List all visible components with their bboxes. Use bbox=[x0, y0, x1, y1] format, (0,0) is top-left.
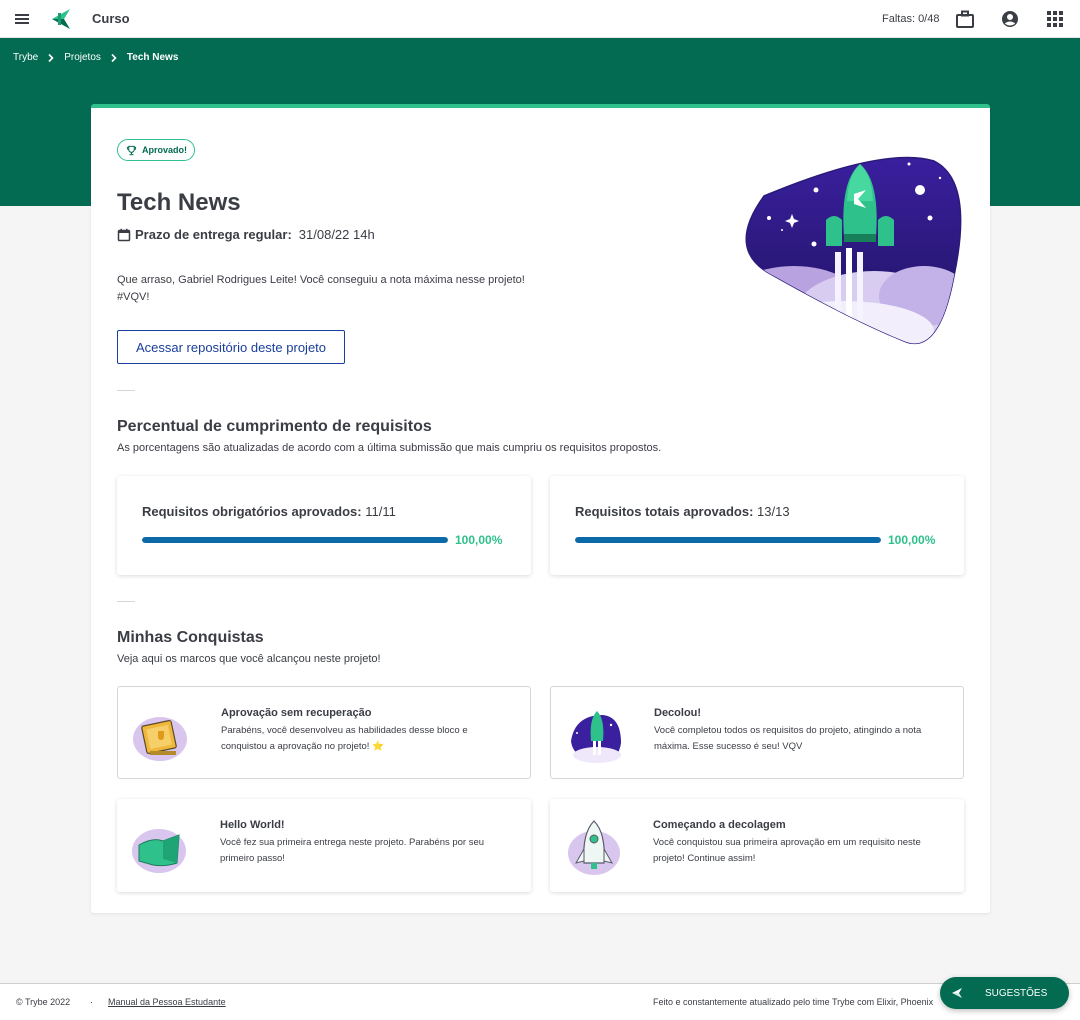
progress-bar bbox=[575, 537, 881, 543]
congrats-message: Que arraso, Gabriel Rodrigues Leite! Voc… bbox=[117, 272, 557, 306]
chevron-right-icon bbox=[111, 53, 117, 62]
achievement-card: Hello World! Você fez sua primeira entre… bbox=[117, 799, 531, 892]
trophy-icon bbox=[126, 145, 137, 155]
suggestions-label: SUGESTÕES bbox=[985, 987, 1048, 999]
deadline-value: 31/08/22 14h bbox=[298, 227, 375, 242]
repository-button[interactable]: Acessar repositório deste projeto bbox=[117, 330, 345, 364]
trybe-logo-icon[interactable] bbox=[50, 7, 72, 31]
progress-percent: 100,00% bbox=[888, 533, 936, 547]
copyright: © Trybe 2022 bbox=[16, 997, 71, 1007]
divider bbox=[117, 601, 135, 602]
absences-counter: Faltas: 0/48 bbox=[882, 13, 940, 25]
achievement-title: Decolou! bbox=[654, 707, 702, 719]
req-label-text: Requisitos totais aprovados: bbox=[575, 504, 754, 519]
page-title: Tech News bbox=[117, 189, 241, 216]
achievement-card: Começando a decolagem Você conquistou su… bbox=[550, 799, 964, 892]
deadline: Prazo de entrega regular: 31/08/22 14h bbox=[117, 227, 375, 242]
achievement-title: Aprovação sem recuperação bbox=[221, 707, 372, 719]
achievement-description: Você fez sua primeira entrega neste proj… bbox=[220, 837, 485, 864]
achievement-title: Hello World! bbox=[220, 819, 285, 831]
badge-label: Aprovado! bbox=[142, 145, 187, 155]
breadcrumb-current: Tech News bbox=[126, 52, 179, 63]
separator-dot: · bbox=[90, 997, 93, 1007]
chevron-right-icon bbox=[48, 53, 54, 62]
divider bbox=[117, 390, 135, 391]
status-badge: Aprovado! bbox=[117, 139, 195, 161]
menu-icon[interactable] bbox=[13, 10, 31, 28]
achievement-card: Decolou! Você completou todos os requisi… bbox=[550, 686, 964, 779]
deadline-label: Prazo de entrega regular: bbox=[135, 227, 292, 242]
achievement-description: Parabéns, você desenvolveu as habilidade… bbox=[221, 725, 468, 752]
req-label: Requisitos obrigatórios aprovados: 11/11 bbox=[142, 504, 396, 519]
achievements-subtitle: Veja aqui os marcos que você alcançou ne… bbox=[117, 653, 381, 665]
mandatory-requirements-box: Requisitos obrigatórios aprovados: 11/11… bbox=[117, 476, 531, 575]
trybe-logo-icon bbox=[952, 988, 962, 998]
apps-grid-icon[interactable] bbox=[1045, 9, 1065, 29]
rocket-launch-icon bbox=[571, 711, 621, 763]
congrats-line: Que arraso, Gabriel Rodrigues Leite! Voc… bbox=[117, 274, 525, 286]
account-circle-icon[interactable] bbox=[1000, 9, 1020, 29]
progress-fill bbox=[142, 537, 448, 543]
rocket-icon bbox=[568, 820, 620, 875]
course-title: Curso bbox=[92, 11, 130, 26]
footer: © Trybe 2022 · Manual da Pessoa Estudant… bbox=[0, 983, 1080, 1020]
trophy-book-icon bbox=[133, 717, 187, 761]
progress-fill bbox=[575, 537, 881, 543]
manual-link[interactable]: Manual da Pessoa Estudante bbox=[108, 997, 226, 1007]
req-value: 11/11 bbox=[365, 504, 396, 519]
top-bar: Curso Faltas: 0/48 bbox=[0, 0, 1080, 38]
achievement-description: Você conquistou sua primeira aprovação e… bbox=[653, 837, 921, 864]
achievement-title: Começando a decolagem bbox=[653, 819, 786, 831]
achievement-description: Você completou todos os requisitos do pr… bbox=[654, 725, 922, 752]
achievement-card: Aprovação sem recuperação Parabéns, você… bbox=[117, 686, 531, 779]
suggestions-button[interactable]: SUGESTÕES bbox=[940, 977, 1069, 1009]
requirements-title: Percentual de cumprimento de requisitos bbox=[117, 418, 432, 435]
project-card: Aprovado! Tech News Prazo de entrega reg… bbox=[91, 104, 990, 913]
flag-icon bbox=[132, 829, 186, 873]
breadcrumb-trybe[interactable]: Trybe bbox=[13, 52, 38, 63]
made-by-text: Feito e constantemente atualizado pelo t… bbox=[653, 997, 934, 1007]
progress-bar bbox=[142, 537, 448, 543]
congrats-hashtag: #VQV! bbox=[117, 291, 150, 303]
breadcrumb-projetos[interactable]: Projetos bbox=[64, 52, 101, 63]
rocket-illustration bbox=[745, 156, 962, 345]
total-requirements-box: Requisitos totais aprovados: 13/13 100,0… bbox=[550, 476, 964, 575]
req-value: 13/13 bbox=[757, 504, 790, 519]
breadcrumb: Trybe Projetos Tech News bbox=[13, 52, 178, 63]
progress-percent: 100,00% bbox=[455, 533, 503, 547]
req-label-text: Requisitos obrigatórios aprovados: bbox=[142, 504, 362, 519]
req-label: Requisitos totais aprovados: 13/13 bbox=[575, 504, 790, 519]
calendar-icon bbox=[117, 228, 131, 241]
requirements-subtitle: As porcentagens são atualizadas de acord… bbox=[117, 442, 662, 454]
briefcase-icon[interactable] bbox=[955, 9, 975, 29]
achievements-title: Minhas Conquistas bbox=[117, 629, 264, 646]
